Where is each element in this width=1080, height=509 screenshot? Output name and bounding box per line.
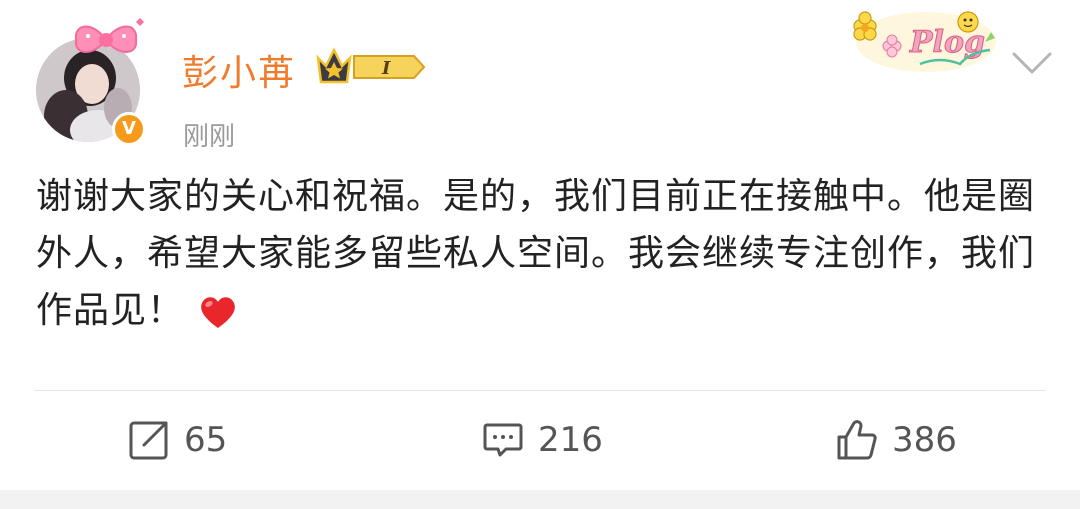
post-text: 谢谢大家的关心和祝福。是的，我们目前正在接触中。他是圈外人，希望大家能多留些私人… bbox=[36, 176, 1036, 331]
like-button[interactable]: 386 bbox=[836, 418, 957, 462]
rank-level: I bbox=[381, 58, 391, 79]
crown-rank-badge-icon: I bbox=[316, 47, 426, 84]
bow-decoration-icon bbox=[74, 18, 144, 53]
comment-count: 216 bbox=[538, 420, 603, 460]
thumbs-up-icon bbox=[837, 420, 877, 460]
post-content: 谢谢大家的关心和祝福。是的，我们目前正在接触中。他是圈外人，希望大家能多留些私人… bbox=[36, 168, 1056, 339]
author-name[interactable]: 彭小苒 bbox=[182, 44, 296, 96]
repost-count: 65 bbox=[184, 420, 228, 460]
post-time: 刚刚 bbox=[183, 122, 236, 152]
verified-badge: V bbox=[112, 112, 146, 146]
repost-button[interactable]: 65 bbox=[128, 418, 227, 462]
weibo-post-card: V 彭小苒 I 刚刚 Plog 谢谢大家的关心和祝福。是的，我们目前正在接触中。… bbox=[0, 0, 1080, 490]
divider bbox=[34, 390, 1046, 391]
comment-icon bbox=[483, 423, 523, 457]
red-heart-icon bbox=[201, 297, 235, 328]
plog-sticker-icon: Plog bbox=[853, 11, 996, 72]
comment-button[interactable]: 216 bbox=[482, 418, 603, 462]
repost-icon bbox=[129, 421, 168, 460]
like-count: 386 bbox=[892, 420, 957, 460]
feed-separator bbox=[0, 490, 1080, 509]
chevron-down-icon[interactable] bbox=[1010, 50, 1054, 76]
avatar[interactable]: V bbox=[36, 18, 146, 146]
